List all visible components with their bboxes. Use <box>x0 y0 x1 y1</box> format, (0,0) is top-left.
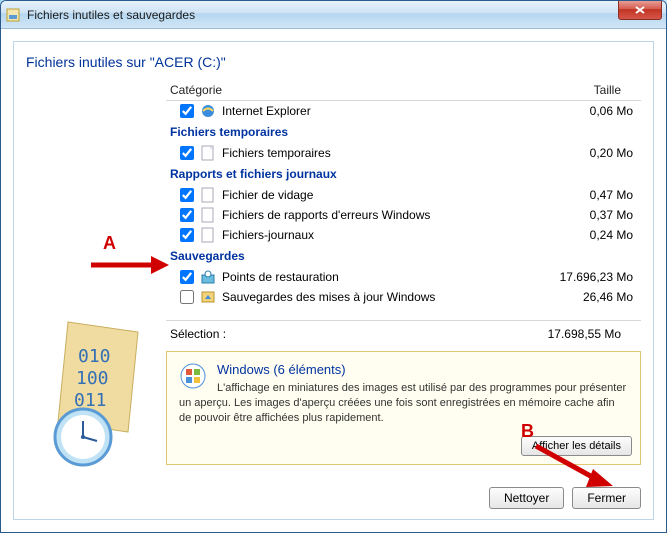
group-temp: Fichiers temporaires <box>166 121 641 143</box>
column-size[interactable]: Taille <box>531 83 641 97</box>
window: Fichiers inutiles et sauvegardes Fichier… <box>0 0 667 533</box>
item-size: 26,46 Mo <box>531 290 641 304</box>
page-title: Fichiers inutiles sur "ACER (C:)" <box>26 54 641 70</box>
info-text: L'affichage en miniatures des images est… <box>179 381 628 426</box>
list-item[interactable]: Fichier de vidage 0,47 Mo <box>166 185 641 205</box>
list-item[interactable]: Sauvegardes des mises à jour Windows 26,… <box>166 287 641 307</box>
item-size: 0,47 Mo <box>531 188 641 202</box>
checkbox-werr[interactable] <box>180 208 194 222</box>
window-title: Fichiers inutiles et sauvegardes <box>27 8 195 22</box>
list-scroll[interactable]: Internet Explorer 0,06 Mo Fichiers tempo… <box>166 101 641 321</box>
close-icon <box>634 5 646 15</box>
checkbox-ie[interactable] <box>180 104 194 118</box>
item-label: Fichiers-journaux <box>222 228 531 242</box>
file-icon <box>200 187 216 203</box>
list-item[interactable]: Fichiers temporaires 0,20 Mo <box>166 143 641 163</box>
list-item[interactable]: Internet Explorer 0,06 Mo <box>166 101 641 121</box>
file-icon <box>200 227 216 243</box>
list-item[interactable]: Fichiers-journaux 0,24 Mo <box>166 225 641 245</box>
windows-icon <box>179 362 207 393</box>
list-item[interactable]: Points de restauration 17.696,23 Mo <box>166 267 641 287</box>
checkbox-dump[interactable] <box>180 188 194 202</box>
restore-icon <box>200 269 216 285</box>
selection-label: Sélection : <box>30 327 531 341</box>
item-size: 0,20 Mo <box>531 146 641 160</box>
item-size: 17.696,23 Mo <box>531 270 641 284</box>
item-label: Fichiers temporaires <box>222 146 531 160</box>
item-label: Fichiers de rapports d'erreurs Windows <box>222 208 531 222</box>
info-panel: Windows (6 éléments) L'affichage en mini… <box>166 351 641 465</box>
item-label: Fichier de vidage <box>222 188 531 202</box>
svg-text:100: 100 <box>76 368 109 389</box>
svg-text:011: 011 <box>74 390 107 411</box>
close-button[interactable] <box>618 0 662 20</box>
category-list: Catégorie Taille Internet Explorer 0,06 … <box>166 80 641 321</box>
titlebar[interactable]: Fichiers inutiles et sauvegardes <box>1 1 666 29</box>
selection-size: 17.698,55 Mo <box>531 327 641 341</box>
svg-text:010: 010 <box>78 346 111 367</box>
item-size: 0,24 Mo <box>531 228 641 242</box>
content-frame: Fichiers inutiles sur "ACER (C:)" Catégo… <box>13 41 654 520</box>
selection-summary: Sélection : 17.698,55 Mo <box>26 321 641 343</box>
close-action-button[interactable]: Fermer <box>572 487 641 509</box>
list-header: Catégorie Taille <box>166 80 641 101</box>
item-size: 0,06 Mo <box>531 104 641 118</box>
info-title: Windows (6 éléments) <box>179 362 628 377</box>
checkbox-restorepoints[interactable] <box>180 270 194 284</box>
file-icon <box>200 207 216 223</box>
group-reports: Rapports et fichiers journaux <box>166 163 641 185</box>
update-icon <box>200 289 216 305</box>
item-label: Sauvegardes des mises à jour Windows <box>222 290 531 304</box>
clean-button[interactable]: Nettoyer <box>489 487 564 509</box>
file-icon <box>200 145 216 161</box>
checkbox-logs[interactable] <box>180 228 194 242</box>
app-icon <box>5 7 21 23</box>
details-button[interactable]: Afficher les détails <box>521 436 632 456</box>
checkbox-winupdates[interactable] <box>180 290 194 304</box>
ie-icon <box>200 103 216 119</box>
item-label: Internet Explorer <box>222 104 531 118</box>
item-label: Points de restauration <box>222 270 531 284</box>
group-backups: Sauvegardes <box>166 245 641 267</box>
column-category[interactable]: Catégorie <box>166 83 531 97</box>
button-bar: Nettoyer Fermer <box>489 487 641 509</box>
item-size: 0,37 Mo <box>531 208 641 222</box>
checkbox-temp[interactable] <box>180 146 194 160</box>
list-item[interactable]: Fichiers de rapports d'erreurs Windows 0… <box>166 205 641 225</box>
